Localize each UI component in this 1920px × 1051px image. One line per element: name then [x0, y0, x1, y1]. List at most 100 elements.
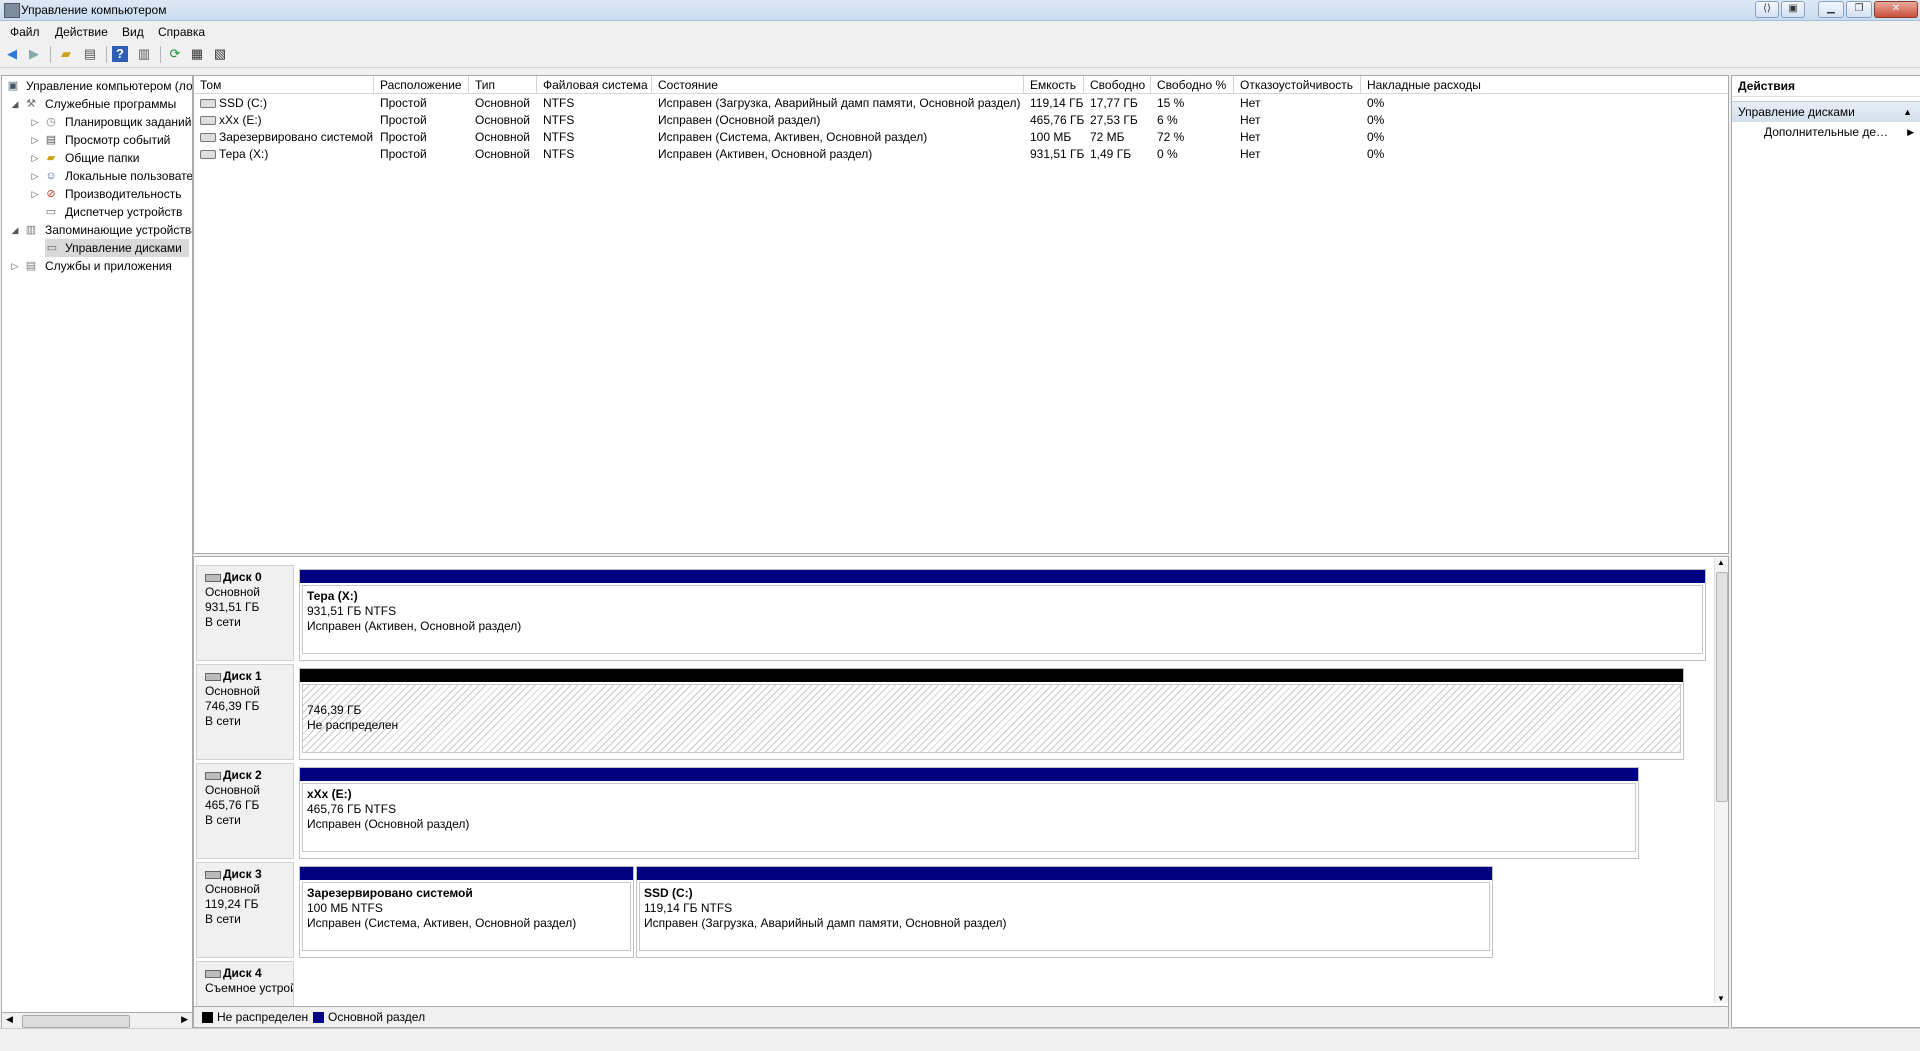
collapse-up-icon[interactable]: ▲ — [1903, 102, 1912, 122]
partition-title: xXx (E:) — [307, 787, 352, 801]
table-cell: Простой — [380, 130, 427, 144]
table-cell: NTFS — [543, 113, 575, 127]
column-header-type[interactable]: Тип — [469, 76, 537, 94]
table-cell: Основной — [475, 96, 531, 110]
scroll-up-icon[interactable]: ▲ — [1717, 558, 1725, 567]
expand-arrow-icon[interactable]: ▷ — [30, 149, 40, 167]
table-cell: Нет — [1240, 113, 1261, 127]
scroll-thumb[interactable] — [1716, 572, 1728, 802]
partition-size: 119,14 ГБ NTFS — [644, 901, 733, 915]
export-list-icon[interactable]: ▧ — [212, 46, 228, 62]
scroll-down-icon[interactable]: ▼ — [1717, 994, 1725, 1003]
disk-map: Диск 0 Основной 931,51 ГБ В сети Тера (X… — [193, 556, 1729, 1007]
table-cell: Основной — [475, 147, 531, 161]
disk-type: Основной — [205, 882, 261, 896]
table-cell: 931,51 ГБ — [1030, 147, 1084, 161]
table-cell: Исправен (Основной раздел) — [658, 113, 821, 127]
disk-info[interactable]: Диск 2 Основной 465,76 ГБ В сети — [196, 763, 294, 859]
disk-status: В сети — [205, 813, 241, 827]
menu-action[interactable]: Действие — [55, 25, 108, 39]
column-header-free-percent[interactable]: Свободно % — [1151, 76, 1234, 94]
disk-info[interactable]: Диск 1 Основной 746,39 ГБ В сети — [196, 664, 294, 760]
collapse-arrow-icon[interactable]: ◢ — [10, 95, 20, 113]
disk-map-scrollbar[interactable]: ▲ ▼ — [1714, 558, 1728, 1003]
partition-tera[interactable]: Тера (X:) 931,51 ГБ NTFS Исправен (Актив… — [299, 569, 1706, 661]
table-cell: 0 % — [1157, 147, 1178, 161]
column-header-status[interactable]: Состояние — [652, 76, 1024, 94]
menu-help[interactable]: Справка — [158, 25, 205, 39]
table-cell: 0% — [1367, 96, 1385, 110]
column-header-capacity[interactable]: Емкость — [1024, 76, 1084, 94]
nav-icon[interactable]: ⟨⟩ — [1755, 1, 1779, 18]
actions-section-disk-management[interactable]: Управление дисками ▲ — [1732, 101, 1920, 122]
disk-status: В сети — [205, 615, 241, 629]
volume-name-cell[interactable]: Зарезервировано системой — [194, 129, 374, 146]
properties-icon[interactable]: ▦ — [189, 46, 205, 62]
tree-item-disk-management[interactable]: ▭ Управление дисками — [45, 239, 189, 257]
expand-arrow-icon[interactable]: ▷ — [30, 113, 40, 131]
forward-icon[interactable]: ▶ — [26, 46, 42, 62]
maximize-button[interactable]: ❐ — [1846, 1, 1872, 18]
table-cell: Нет — [1240, 130, 1261, 144]
show-hide-tree-icon[interactable]: ▤ — [82, 46, 98, 62]
expand-arrow-icon[interactable]: ▷ — [30, 185, 40, 203]
partition-ssd[interactable]: SSD (C:) 119,14 ГБ NTFS Исправен (Загруз… — [636, 866, 1493, 958]
expand-arrow-icon[interactable]: ▷ — [10, 257, 20, 275]
refresh-icon[interactable]: ⟳ — [167, 46, 183, 62]
legend-swatch — [202, 1012, 213, 1023]
removable-disk-icon — [205, 969, 221, 978]
column-header-volume[interactable]: Том — [194, 76, 374, 94]
disk-name: Диск 4 — [205, 966, 293, 981]
back-icon[interactable]: ◀ — [4, 46, 20, 62]
column-header-free[interactable]: Свободно — [1084, 76, 1151, 94]
menu-view[interactable]: Вид — [122, 25, 144, 39]
services-icon: ▤ — [25, 260, 37, 272]
partition-status: Исправен (Активен, Основной раздел) — [307, 619, 522, 633]
volume-name-cell[interactable]: SSD (C:) — [194, 95, 374, 112]
minimize-button[interactable]: ▁ — [1818, 1, 1844, 18]
legend-item-unallocated: Не распределен — [202, 1010, 308, 1024]
table-cell: Основной — [475, 113, 531, 127]
partition-bar — [300, 867, 633, 880]
scroll-right-icon[interactable]: ▶ — [181, 1014, 188, 1025]
close-button[interactable]: ✕ — [1874, 1, 1918, 18]
more-actions-item[interactable]: Дополнительные действия ▶ — [1732, 122, 1920, 142]
collapse-arrow-icon[interactable]: ◢ — [10, 221, 20, 239]
snap-icon[interactable]: ▣ — [1781, 1, 1805, 18]
expand-arrow-icon[interactable]: ▷ — [30, 167, 40, 185]
table-cell: Исправен (Активен, Основной раздел) — [658, 147, 873, 161]
table-cell: 119,14 ГБ — [1030, 96, 1084, 110]
disk-size: 746,39 ГБ — [205, 699, 260, 713]
volume-icon — [200, 133, 216, 143]
up-folder-icon[interactable]: ▰ — [58, 46, 74, 62]
column-header-overhead[interactable]: Накладные расходы — [1361, 76, 1728, 94]
partition-system-reserved[interactable]: Зарезервировано системой 100 МБ NTFS Исп… — [299, 866, 634, 958]
expand-arrow-icon[interactable]: ▷ — [30, 131, 40, 149]
legend: Не распределен Основной раздел — [193, 1006, 1729, 1028]
partition-bar — [637, 867, 1492, 880]
disk-info[interactable]: Диск 4 Съемное устройство — [196, 961, 294, 1006]
table-cell: Простой — [380, 113, 427, 127]
column-header-filesystem[interactable]: Файловая система — [537, 76, 652, 94]
partition-title: SSD (C:) — [644, 886, 693, 900]
help-icon[interactable]: ? — [112, 46, 128, 62]
volume-name-cell[interactable]: Тера (X:) — [194, 146, 374, 163]
table-cell: 6 % — [1157, 113, 1178, 127]
disk-info[interactable]: Диск 3 Основной 119,24 ГБ В сети — [196, 862, 294, 958]
disk-info[interactable]: Диск 0 Основной 931,51 ГБ В сети — [196, 565, 294, 661]
partition-xxx[interactable]: xXx (E:) 465,76 ГБ NTFS Исправен (Основн… — [299, 767, 1639, 859]
storage-icon: ▥ — [25, 224, 37, 236]
table-cell: 15 % — [1157, 96, 1185, 110]
scroll-left-icon[interactable]: ◀ — [6, 1014, 13, 1025]
table-cell: Основной — [475, 130, 531, 144]
menu-file[interactable]: Файл — [10, 25, 40, 39]
partition-unallocated[interactable]: 746,39 ГБ Не распределен — [299, 668, 1684, 760]
column-header-layout[interactable]: Расположение — [374, 76, 469, 94]
actions-pane: Действия Управление дисками ▲ Дополнител… — [1731, 75, 1920, 1028]
table-cell: Исправен (Загрузка, Аварийный дамп памят… — [658, 96, 1021, 110]
column-header-fault-tolerance[interactable]: Отказоустойчивость — [1234, 76, 1361, 94]
volume-name-cell[interactable]: xXx (E:) — [194, 112, 374, 129]
hard-disk-icon — [205, 573, 221, 582]
show-hide-action-pane-icon[interactable]: ▥ — [136, 46, 152, 62]
scroll-thumb[interactable] — [22, 1015, 130, 1028]
